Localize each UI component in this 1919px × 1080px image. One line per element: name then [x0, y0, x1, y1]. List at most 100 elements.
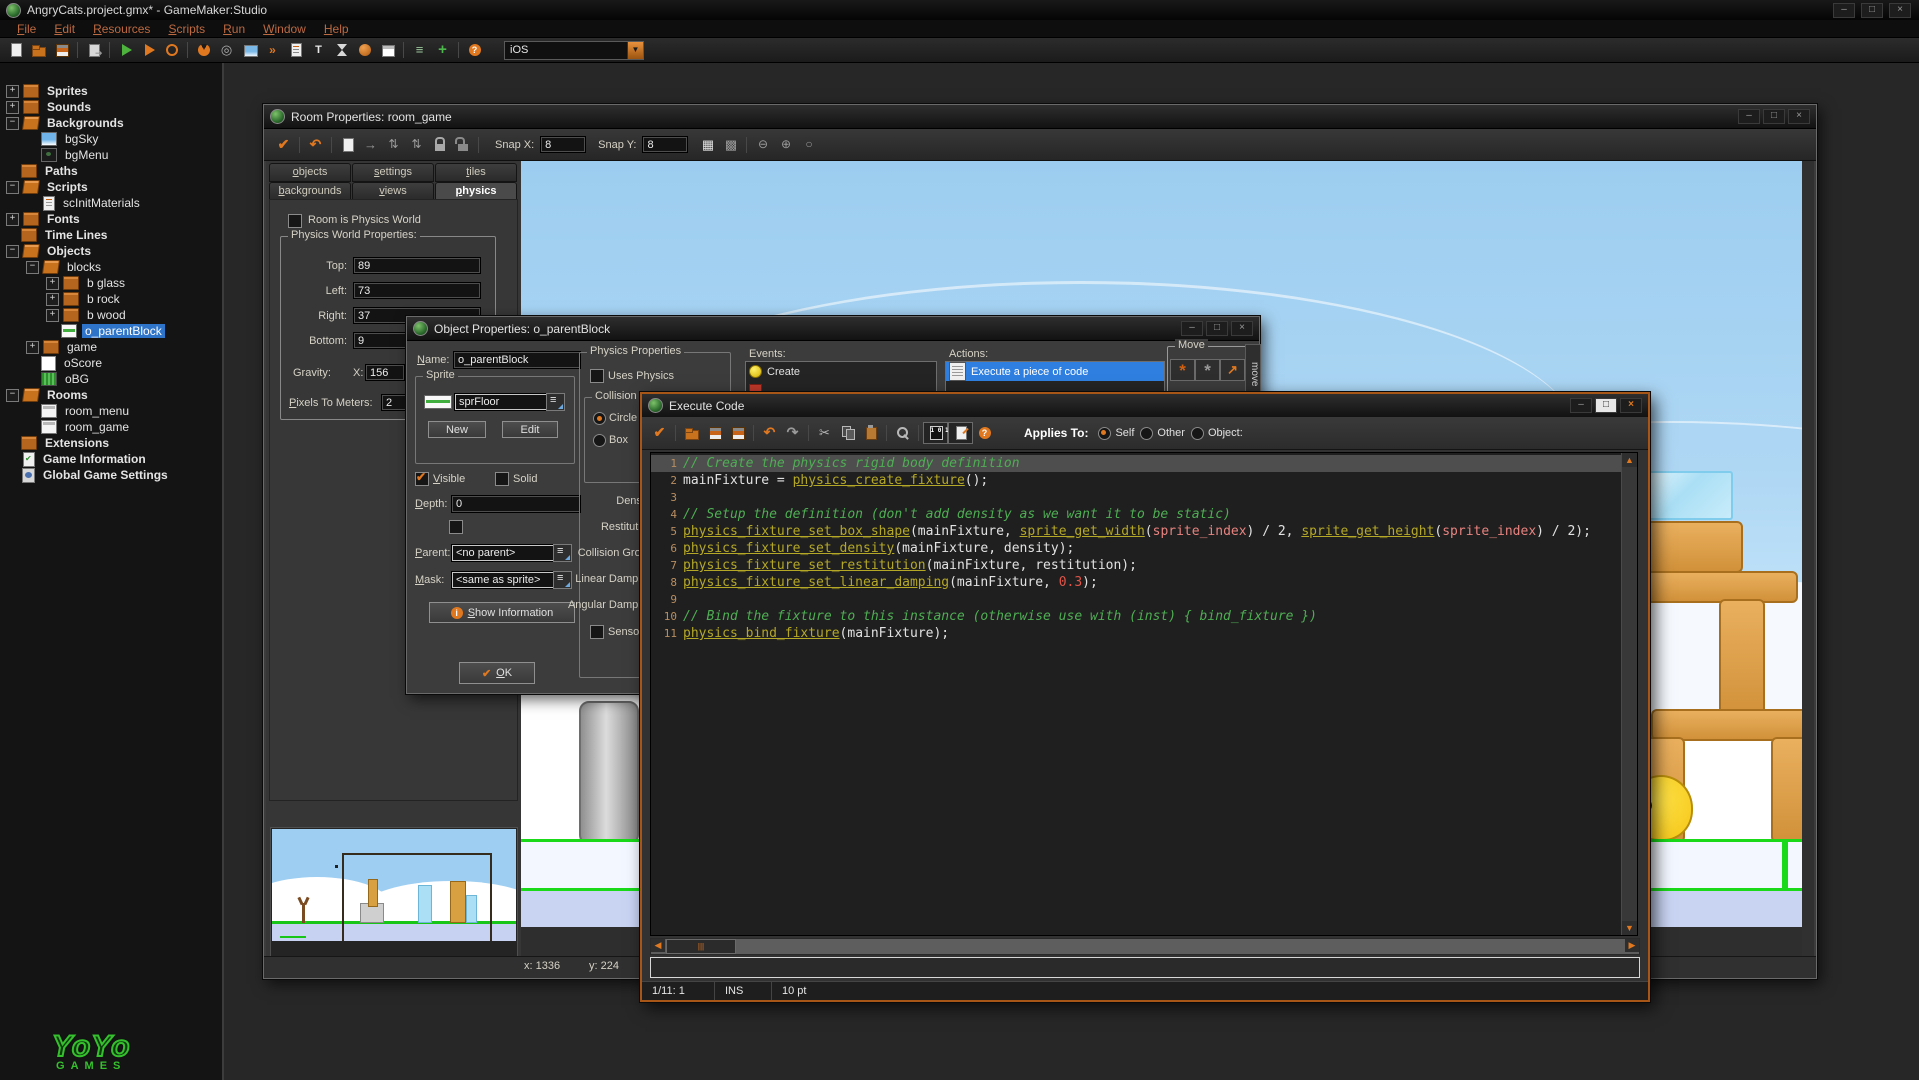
scene-wood-post[interactable]	[1771, 737, 1802, 843]
tree-item-sounds[interactable]: +Sounds	[0, 99, 222, 115]
move-free-button[interactable]	[1195, 359, 1220, 381]
collapse-icon[interactable]: −	[6, 245, 19, 258]
tree-item-time-lines[interactable]: Time Lines	[0, 227, 222, 243]
scroll-up-icon[interactable]: ▲	[1622, 453, 1637, 467]
gravity-x-input[interactable]: 156	[365, 364, 405, 381]
sensor-checkbox[interactable]	[590, 625, 604, 639]
confirm-button[interactable]	[648, 423, 671, 443]
create-font-button[interactable]	[307, 40, 330, 60]
applies-to-object-radio[interactable]: Object:	[1191, 427, 1243, 440]
code-line-11[interactable]: 11physics_bind_fixture(mainFixture);	[651, 625, 1622, 642]
tree-item-scinitmaterials[interactable]: scInitMaterials	[0, 195, 222, 211]
expand-icon[interactable]: +	[26, 341, 39, 354]
tree-item-b-glass[interactable]: +b glass	[0, 275, 222, 291]
field-input-left[interactable]: 73	[353, 282, 481, 299]
sprite-menu-button[interactable]	[546, 393, 565, 411]
tree-item-obg[interactable]: oBG	[0, 371, 222, 387]
lock-button[interactable]	[428, 135, 451, 155]
help-button[interactable]	[973, 423, 996, 443]
scene-wood-post[interactable]	[1719, 599, 1765, 718]
tab-objects[interactable]: objects	[269, 163, 351, 182]
create-path-button[interactable]	[261, 40, 284, 60]
code-line-5[interactable]: 5physics_fixture_set_box_shape(mainFixtu…	[651, 523, 1622, 540]
room-minimap[interactable]	[270, 827, 518, 967]
code-line-6[interactable]: 6physics_fixture_set_density(mainFixture…	[651, 540, 1622, 557]
new-sprite-button[interactable]: New	[428, 421, 486, 438]
export-button[interactable]	[82, 40, 105, 60]
tree-item-global-game-settings[interactable]: Global Game Settings	[0, 467, 222, 483]
mask-field[interactable]: <same as sprite>	[451, 571, 557, 589]
room-new-file-button[interactable]	[336, 135, 359, 155]
vertical-scrollbar[interactable]: ▲ ▼	[1621, 453, 1637, 935]
menu-help[interactable]: Help	[315, 22, 358, 36]
create-sprite-button[interactable]	[192, 40, 215, 60]
chevron-down-icon[interactable]: ▼	[627, 42, 643, 59]
unlock-button[interactable]	[451, 135, 474, 155]
code-line-1[interactable]: 1// Create the physics rigid body defini…	[651, 455, 1622, 472]
code-line-7[interactable]: 7physics_fixture_set_restitution(mainFix…	[651, 557, 1622, 574]
applies-to-self-radio[interactable]: Self	[1098, 427, 1134, 440]
tree-item-fonts[interactable]: +Fonts	[0, 211, 222, 227]
tree-item-o-parentblock[interactable]: o_parentBlock	[0, 323, 222, 339]
expand-icon[interactable]: +	[46, 309, 59, 322]
tree-item-rooms[interactable]: −Rooms	[0, 387, 222, 403]
minimize-icon[interactable]: –	[1833, 3, 1855, 18]
scene-wood-block[interactable]	[1639, 521, 1743, 573]
collapse-icon[interactable]: −	[6, 181, 19, 194]
menu-window[interactable]: Window	[254, 22, 315, 36]
maximize-icon[interactable]: □	[1861, 3, 1883, 18]
tree-item-blocks[interactable]: −blocks	[0, 259, 222, 275]
visible-checkbox[interactable]	[415, 472, 429, 486]
code-line-8[interactable]: 8physics_fixture_set_linear_damping(main…	[651, 574, 1622, 591]
object-window-titlebar[interactable]: Object Properties: o_parentBlock – □ ×	[407, 317, 1259, 341]
create-room-button[interactable]	[376, 40, 399, 60]
field-input-top[interactable]: 89	[353, 257, 481, 274]
scroll-down-icon[interactable]: ▼	[1622, 921, 1637, 935]
menu-run[interactable]: Run	[214, 22, 254, 36]
minimize-icon[interactable]: –	[1570, 398, 1592, 413]
move-fixed-button[interactable]	[1170, 359, 1195, 381]
minimap-view-rectangle[interactable]	[342, 853, 492, 941]
tree-item-game-information[interactable]: Game Information	[0, 451, 222, 467]
minimize-icon[interactable]: –	[1181, 321, 1203, 336]
tree-item-extensions[interactable]: Extensions	[0, 435, 222, 451]
confirm-button[interactable]	[272, 135, 295, 155]
tree-item-b-rock[interactable]: +b rock	[0, 291, 222, 307]
expand-icon[interactable]: +	[6, 213, 19, 226]
scroll-right-icon[interactable]: ▶	[1625, 939, 1639, 952]
add-button[interactable]	[431, 40, 454, 60]
menu-edit[interactable]: Edit	[45, 22, 84, 36]
close-icon[interactable]: ×	[1231, 321, 1253, 336]
run-button[interactable]	[114, 40, 137, 60]
scriptpage-button[interactable]	[948, 422, 973, 444]
solid-checkbox[interactable]	[495, 472, 509, 486]
code-line-4[interactable]: 4// Setup the definition (don't add dens…	[651, 506, 1622, 523]
tab-settings[interactable]: settings	[352, 163, 434, 182]
close-icon[interactable]: ×	[1788, 109, 1810, 124]
search-button[interactable]	[891, 423, 914, 443]
room-window-titlebar[interactable]: Room Properties: room_game – □ ×	[264, 105, 1816, 129]
maximize-icon[interactable]: □	[1595, 398, 1617, 413]
event-item-create[interactable]: Create	[746, 362, 936, 381]
tree-item-sprites[interactable]: +Sprites	[0, 83, 222, 99]
scene-stone-pillar[interactable]	[579, 701, 639, 845]
circle-radio[interactable]	[593, 412, 606, 425]
stop-button[interactable]	[160, 40, 183, 60]
move-towards-button[interactable]	[1220, 359, 1245, 381]
expand-icon[interactable]: +	[6, 85, 19, 98]
persistent-checkbox[interactable]	[449, 520, 463, 534]
new-file-button[interactable]	[4, 40, 27, 60]
copy-button[interactable]	[836, 423, 859, 443]
save-button[interactable]	[703, 423, 726, 443]
tab-tiles[interactable]: tiles	[435, 163, 517, 182]
menu-scripts[interactable]: Scripts	[159, 22, 214, 36]
save-button[interactable]	[50, 40, 73, 60]
code-line-3[interactable]: 3	[651, 489, 1622, 506]
expand-icon[interactable]: +	[46, 293, 59, 306]
tree-item-b-wood[interactable]: +b wood	[0, 307, 222, 323]
create-sound-button[interactable]	[215, 40, 238, 60]
room-is-physics-world-checkbox[interactable]	[288, 214, 302, 228]
tree-item-bgmenu[interactable]: bgMenu	[0, 147, 222, 163]
help-button[interactable]	[463, 40, 486, 60]
code-line-10[interactable]: 10// Bind the fixture to this instance (…	[651, 608, 1622, 625]
